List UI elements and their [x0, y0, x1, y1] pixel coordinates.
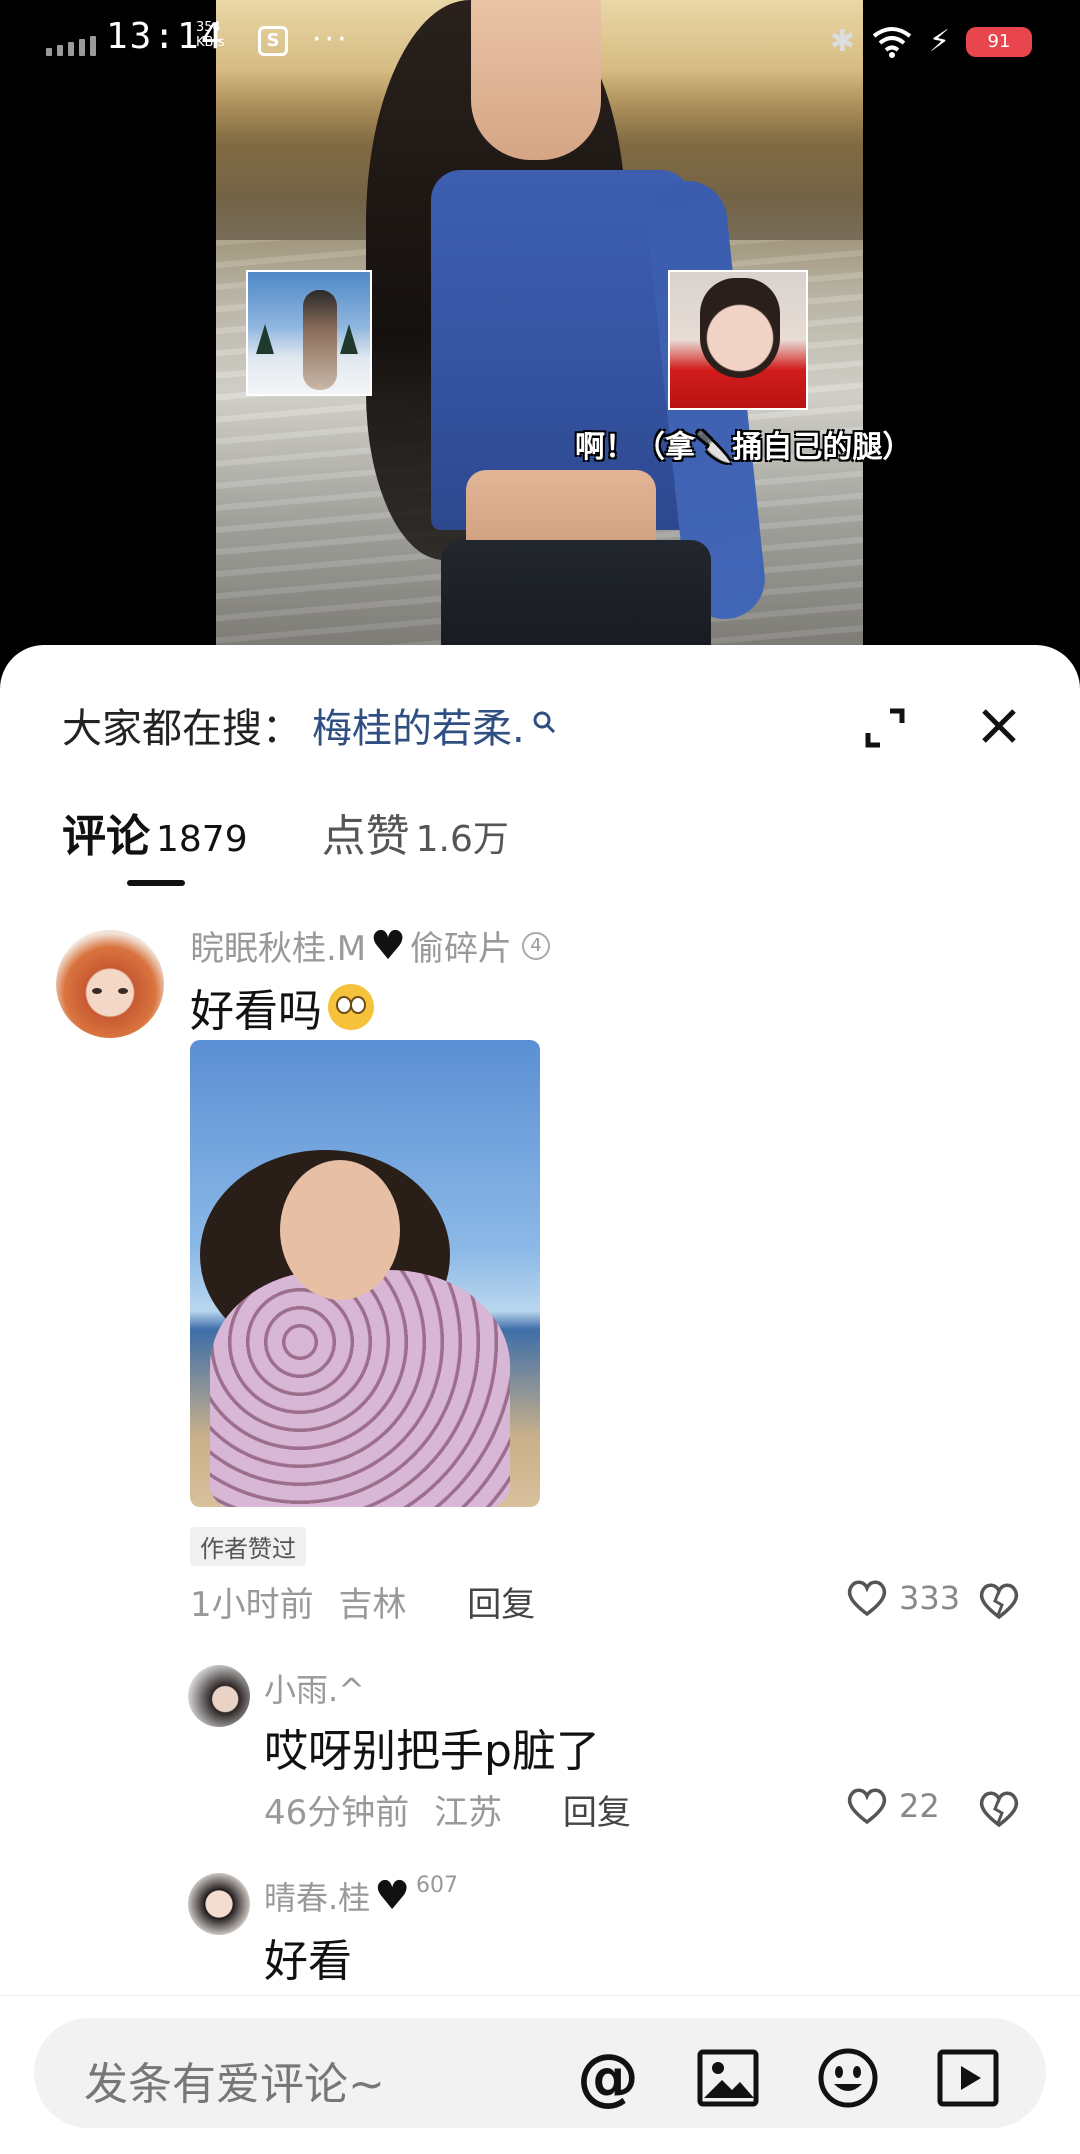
comment-input-placeholder: 发条有爱评论~ — [84, 2059, 385, 2110]
video-caption: 啊！（拿🔪捅自己的腿） — [575, 430, 913, 465]
wifi-icon — [871, 25, 913, 59]
sticker-face — [700, 278, 780, 378]
reply-time: 46分钟前 — [264, 1793, 410, 1833]
signal-icon — [46, 36, 96, 56]
sticker-figure — [303, 290, 337, 390]
comment-image-outfit — [210, 1270, 510, 1507]
avatar[interactable] — [56, 930, 164, 1038]
reply-user-name[interactable]: 小雨.^ — [264, 1665, 365, 1711]
active-tab-indicator — [127, 880, 185, 886]
trending-search-term[interactable]: 梅桂的若柔. — [312, 696, 525, 754]
comment-image-face — [280, 1160, 400, 1300]
tab-likes-count: 1.6万 — [415, 819, 509, 860]
video-person-jeans — [441, 540, 711, 660]
expand-icon[interactable] — [862, 705, 908, 751]
comment-input[interactable]: 发条有爱评论~ @ — [34, 2018, 1046, 2128]
reply-button[interactable]: 回复 — [467, 1585, 535, 1625]
comment-sheet: 大家都在搜： 梅桂的若柔. 评论 1879 点赞 1.6万 睆眠秋桂.M ♥ 偷碎片… — [0, 645, 1080, 2154]
comment-location: 吉林 — [338, 1585, 407, 1625]
level-badge: 4 — [522, 931, 551, 960]
comment-meta: 1小时前 吉林 回复 — [190, 1577, 535, 1626]
avatar[interactable] — [188, 1665, 250, 1727]
reply-location: 江苏 — [434, 1793, 503, 1833]
net-speed-unit: KB/s — [196, 35, 225, 50]
reply-text: 哎呀别把手p脏了 — [264, 1726, 600, 1777]
sticker-tree — [256, 324, 274, 354]
heart-outline-icon — [847, 1788, 887, 1825]
reply-meta: 46分钟前 江苏 回复 — [264, 1785, 631, 1834]
like-count: 333 — [899, 1579, 961, 1617]
status-bar: 13:14 354 KB/s S ··· ✱ ⚡ 91 — [0, 0, 1080, 84]
mention-icon[interactable]: @ — [576, 2046, 640, 2110]
video-player[interactable]: 啊！（拿🔪捅自己的腿） — [0, 0, 1080, 660]
video-icon[interactable] — [936, 2046, 1000, 2110]
close-icon[interactable] — [978, 705, 1020, 747]
trending-search[interactable]: 大家都在搜： 梅桂的若柔. — [62, 695, 557, 755]
avatar-eye — [118, 988, 128, 994]
black-heart-icon: ♥ — [370, 922, 407, 969]
comment-image[interactable] — [190, 1040, 540, 1507]
tab-comments-label: 评论 — [62, 811, 150, 862]
comment-time: 1小时前 — [190, 1585, 314, 1625]
emoji-icon[interactable] — [816, 2046, 880, 2110]
charging-icon: ⚡ — [928, 24, 950, 59]
reply-button[interactable]: 回复 — [563, 1793, 631, 1833]
broken-heart-icon[interactable] — [977, 1787, 1021, 1831]
magnifier-icon — [531, 708, 557, 743]
bluetooth-icon: ✱ — [829, 24, 855, 59]
tab-likes[interactable]: 点赞 1.6万 — [322, 800, 509, 864]
like-button[interactable]: 333 — [845, 1578, 960, 1618]
trending-search-prefix: 大家都在搜： — [62, 706, 302, 752]
flushed-emoji-icon — [328, 984, 374, 1030]
image-icon[interactable] — [696, 2046, 760, 2110]
status-right: ✱ ⚡ 91 — [830, 24, 1032, 59]
comment-text-content: 好看吗 — [190, 986, 322, 1037]
app-notification-icon: S — [258, 26, 288, 56]
comment-text: 好看吗 — [190, 975, 374, 1039]
black-heart-icon: ♥ — [374, 1873, 411, 1919]
sticker-snow-photo — [246, 270, 372, 396]
more-notifications-icon: ··· — [312, 22, 350, 57]
broken-heart-icon[interactable] — [977, 1579, 1021, 1623]
net-speed: 354 KB/s — [196, 20, 225, 50]
tab-likes-label: 点赞 — [321, 811, 410, 862]
comment-input-bar: 发条有爱评论~ @ — [0, 1995, 1080, 2154]
comment-tabs: 评论 1879 点赞 1.6万 — [62, 800, 509, 864]
comment-user-name[interactable]: 睆眠秋桂.M ♥ 偷碎片 4 — [190, 921, 551, 970]
comment-user-name-part-a: 睆眠秋桂.M — [190, 929, 367, 969]
reply-user-name-suffix: 607 — [416, 1873, 459, 1898]
sticker-tree — [340, 324, 358, 354]
heart-outline-icon — [847, 1580, 887, 1617]
battery-icon: 91 — [966, 26, 1032, 57]
avatar-eye — [92, 988, 102, 994]
like-count: 22 — [899, 1787, 940, 1825]
reply-text: 好看 — [264, 1936, 352, 1987]
author-liked-badge: 作者赞过 — [190, 1527, 306, 1566]
avatar[interactable] — [188, 1873, 250, 1935]
reply-user-name-text: 晴春.桂 — [264, 1879, 371, 1917]
tab-comments-count: 1879 — [156, 819, 248, 860]
tab-comments[interactable]: 评论 1879 — [62, 800, 248, 864]
comment-user-name-part-b: 偷碎片 — [410, 929, 513, 969]
reply-user-name[interactable]: 晴春.桂 ♥ 607 — [264, 1873, 458, 1919]
like-button[interactable]: 22 — [845, 1786, 940, 1826]
net-speed-value: 354 — [196, 20, 221, 35]
sticker-portrait-roses — [668, 270, 808, 410]
